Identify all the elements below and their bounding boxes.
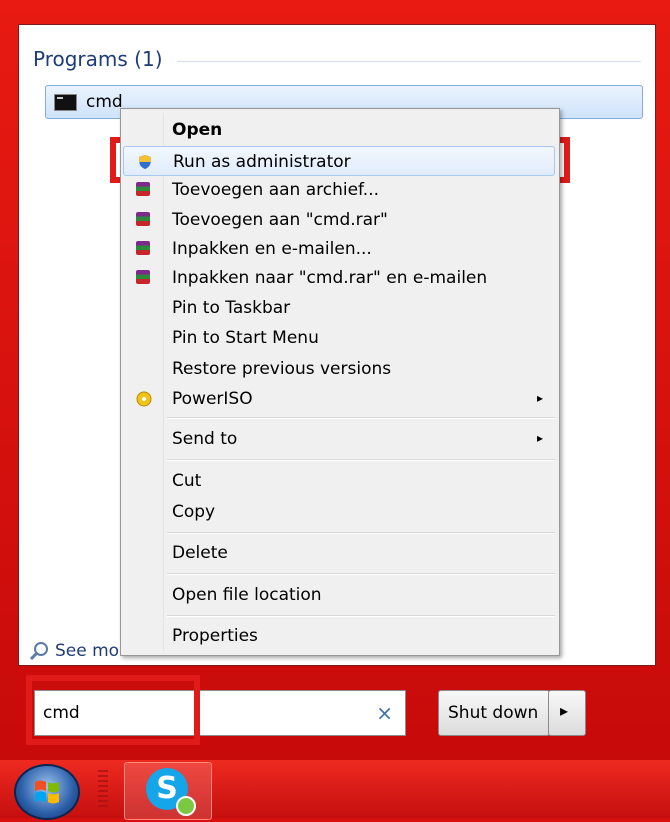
shut-down-label: Shut down (448, 703, 539, 723)
menu-item-open-file-location[interactable]: Open file location (123, 580, 555, 610)
menu-separator (167, 459, 555, 461)
console-icon (54, 94, 77, 111)
submenu-arrow-icon: ▸ (536, 391, 543, 405)
menu-item-label: Open file location (172, 585, 322, 605)
menu-item-label: Pin to Start Menu (172, 328, 319, 348)
taskbar-grip[interactable] (98, 770, 108, 810)
winrar-icon (136, 212, 150, 226)
menu-item-inpakken-naar-cmd-rar-en-emailen[interactable]: Inpakken naar "cmd.rar" en e-mailen (123, 263, 555, 293)
menu-item-toevoegen-aan-archief[interactable]: Toevoegen aan archief... (123, 175, 555, 205)
menu-item-pin-to-start-menu[interactable]: Pin to Start Menu (123, 323, 555, 353)
program-result-label: cmd (86, 92, 123, 112)
menu-item-label: Toevoegen aan archief... (172, 180, 380, 200)
start-orb-button[interactable] (14, 764, 80, 820)
menu-item-properties[interactable]: Properties (123, 621, 555, 651)
search-icon (29, 642, 48, 661)
menu-item-label: PowerISO (172, 389, 253, 409)
menu-item-inpakken-en-emailen[interactable]: Inpakken en e-mailen... (123, 234, 555, 264)
programs-section-title: Programs (1) (33, 47, 163, 71)
shut-down-button[interactable]: Shut down (438, 690, 550, 736)
clear-search-icon[interactable]: × (376, 701, 393, 725)
menu-item-label: Run as administrator (173, 152, 351, 172)
menu-separator (167, 417, 555, 419)
menu-item-poweriso[interactable]: PowerISO ▸ (123, 384, 555, 414)
menu-item-restore-previous-versions[interactable]: Restore previous versions (123, 354, 555, 384)
uac-shield-icon (139, 155, 151, 169)
menu-item-label: Pin to Taskbar (172, 298, 291, 318)
menu-item-label: Properties (172, 626, 258, 646)
menu-separator (167, 573, 555, 575)
menu-item-label: Toevoegen aan "cmd.rar" (172, 210, 388, 230)
menu-item-run-as-administrator[interactable]: Run as administrator (123, 146, 555, 176)
submenu-arrow-icon: ▸ (536, 431, 543, 445)
windows-logo-icon (35, 780, 59, 804)
poweriso-icon (136, 391, 152, 407)
highlight-box-search (26, 675, 200, 745)
menu-item-label: Inpakken en e-mailen... (172, 239, 372, 259)
winrar-icon (136, 241, 150, 255)
context-menu: Open Run as administrator Toevoegen aan … (120, 108, 560, 656)
menu-item-pin-to-taskbar[interactable]: Pin to Taskbar (123, 293, 555, 323)
menu-item-delete[interactable]: Delete (123, 538, 555, 568)
chevron-right-icon: ▸ (560, 701, 569, 720)
menu-item-label: Send to (172, 429, 238, 449)
shut-down-options-button[interactable]: ▸ (548, 690, 586, 736)
menu-item-cut[interactable]: Cut (123, 466, 555, 496)
menu-item-send-to[interactable]: Send to ▸ (123, 424, 555, 454)
winrar-icon (136, 270, 150, 284)
menu-item-label: Cut (172, 471, 202, 491)
menu-item-copy[interactable]: Copy (123, 497, 555, 527)
winrar-icon (136, 182, 150, 196)
menu-item-open[interactable]: Open (123, 115, 555, 145)
menu-item-label: Copy (172, 502, 216, 522)
menu-item-label: Inpakken naar "cmd.rar" en e-mailen (172, 268, 488, 288)
menu-item-label: Delete (172, 543, 228, 563)
menu-item-label: Open (172, 120, 223, 140)
skype-status-icon (176, 796, 196, 816)
menu-separator (167, 615, 555, 617)
menu-item-toevoegen-aan-cmd-rar[interactable]: Toevoegen aan "cmd.rar" (123, 205, 555, 235)
menu-item-label: Restore previous versions (172, 359, 392, 379)
section-divider (177, 61, 641, 62)
menu-separator (167, 532, 555, 534)
